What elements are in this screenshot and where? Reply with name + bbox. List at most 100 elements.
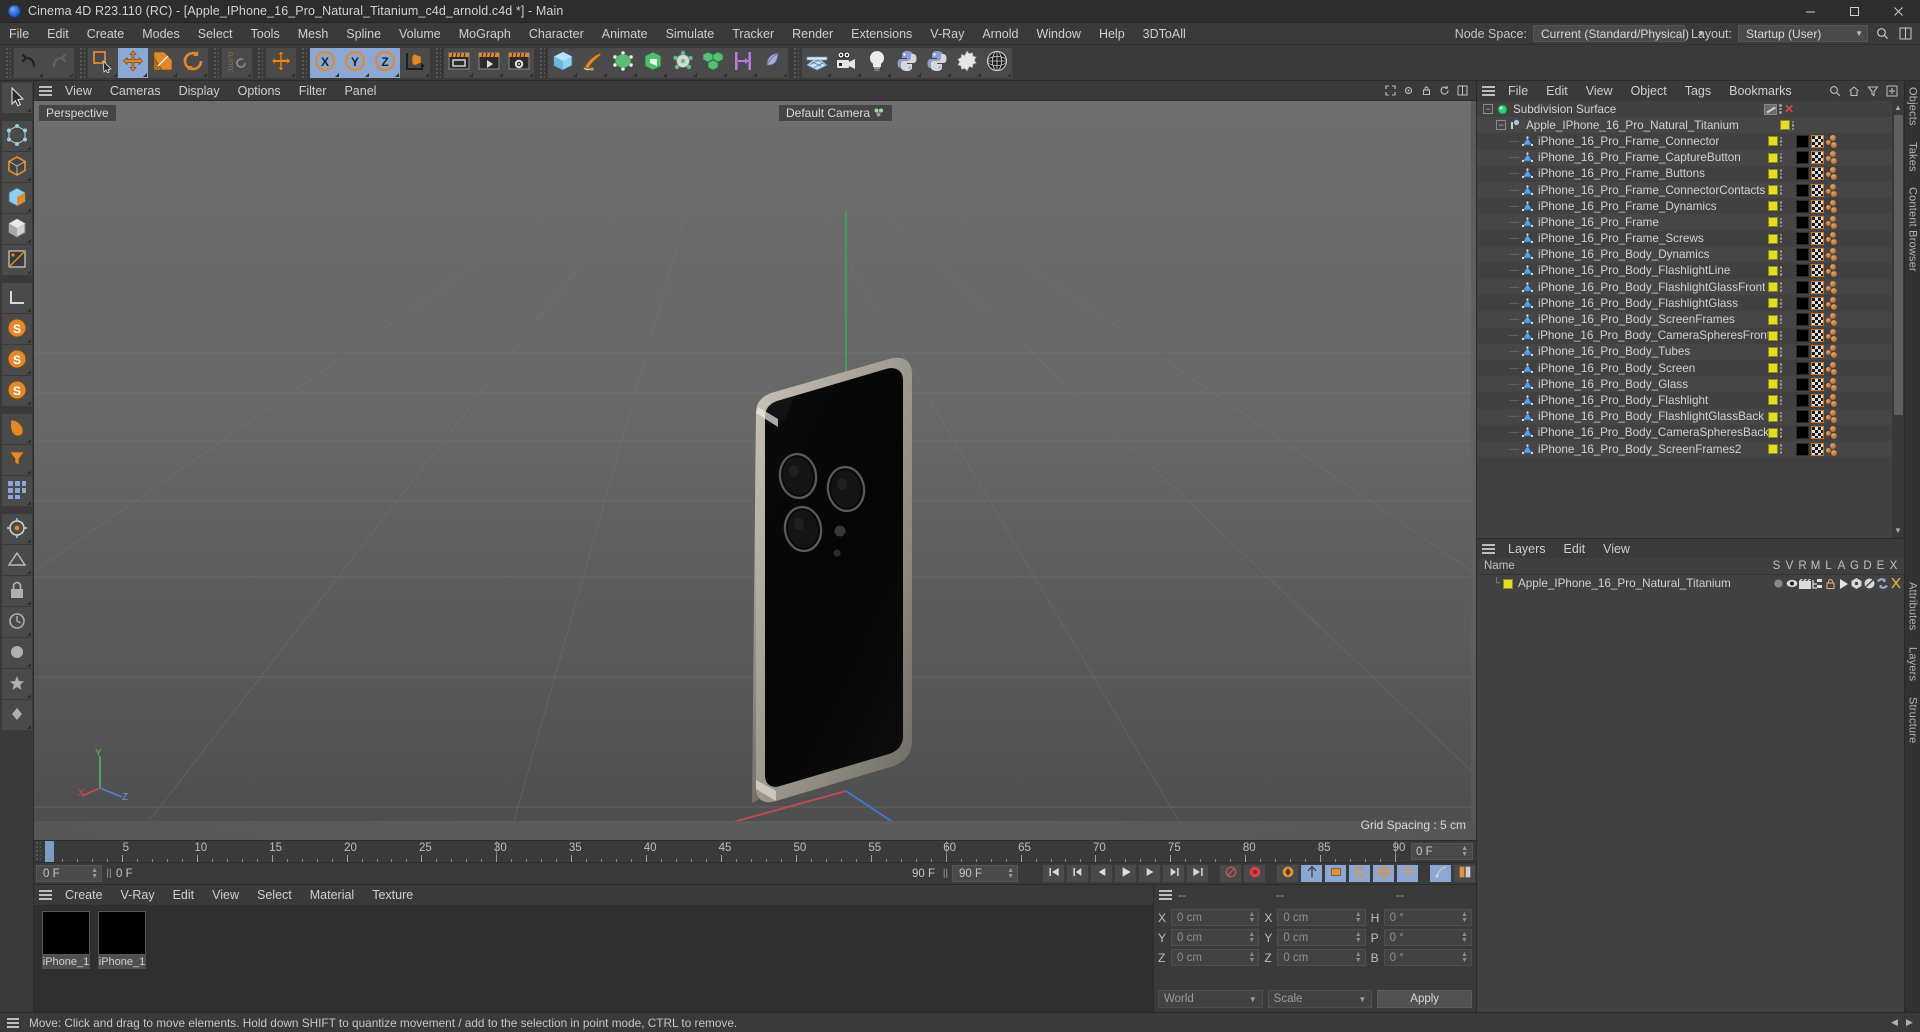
layer-column-X[interactable]: X [1887, 560, 1900, 572]
dropdown-corner-icon[interactable] [753, 72, 757, 77]
menu-file[interactable]: File [0, 23, 38, 45]
layer-column-A[interactable]: A [1835, 560, 1848, 572]
autokey-tool[interactable] [1, 669, 32, 699]
layer-color-tag[interactable] [1767, 217, 1778, 228]
material-tag-icon[interactable] [1796, 199, 1809, 213]
tag-dots-icon[interactable] [1779, 185, 1782, 195]
dropdown-corner-icon[interactable] [977, 72, 981, 77]
tag-dots-icon[interactable] [1779, 201, 1782, 211]
texture-tag-icon[interactable] [1811, 410, 1824, 424]
menu-mograph[interactable]: MoGraph [450, 23, 520, 45]
polygon-mode-tool[interactable] [1, 183, 32, 213]
vray-tag-icon[interactable] [1826, 264, 1838, 278]
toolbar-grip[interactable] [4, 47, 11, 78]
dropdown-corner-icon[interactable] [425, 72, 429, 77]
object-menu-view[interactable]: View [1577, 81, 1622, 101]
dropdown-corner-icon[interactable] [26, 146, 31, 150]
scroll-down-icon[interactable]: ▼ [1893, 526, 1903, 536]
timeline-toggle-button[interactable] [1453, 864, 1476, 883]
record-tool[interactable] [1, 638, 32, 668]
scale-key-button[interactable] [1324, 864, 1347, 883]
toolbar-grip[interactable] [78, 47, 85, 78]
object-menu-file[interactable]: File [1499, 81, 1537, 101]
layer-column-G[interactable]: G [1848, 560, 1861, 572]
autokeying-button[interactable] [1243, 864, 1266, 883]
menu-animate[interactable]: Animate [593, 23, 657, 45]
object-row[interactable]: − Apple_IPhone_16_Pro_Natural_Titanium [1477, 117, 1892, 134]
filter-icon[interactable] [1865, 83, 1881, 99]
dropdown-corner-icon[interactable] [603, 72, 607, 77]
minimize-button[interactable] [1788, 0, 1832, 23]
toolbar-grip[interactable] [300, 47, 307, 78]
deformer-toggle-icon[interactable] [1863, 577, 1876, 590]
material-menu-v-ray[interactable]: V-Ray [112, 885, 164, 905]
material-tag-icon[interactable] [1796, 167, 1809, 181]
animate-tool[interactable] [1, 607, 32, 637]
timeline-grip[interactable] [34, 841, 41, 862]
viewport-menu-filter[interactable]: Filter [290, 81, 336, 101]
stepper-icon[interactable]: ▲ ▼ [1355, 911, 1362, 924]
layer-color-tag[interactable] [1767, 282, 1778, 293]
next-key-button[interactable] [1162, 864, 1185, 883]
vray-tag-icon[interactable] [1826, 296, 1838, 310]
tag-dots-icon[interactable] [1779, 428, 1782, 438]
dropdown-corner-icon[interactable] [26, 501, 31, 505]
dropdown-corner-icon[interactable] [291, 72, 295, 77]
object-row[interactable]: — iPhone_16_Pro_Frame_Screws [1477, 231, 1892, 247]
tag-dots-icon[interactable] [1779, 104, 1782, 114]
material-tag-icon[interactable] [1796, 426, 1809, 440]
layer-menu-layers[interactable]: Layers [1499, 539, 1555, 559]
texture-tag-icon[interactable] [1811, 134, 1824, 148]
add-light-button[interactable] [862, 47, 892, 78]
lock-toggle-icon[interactable] [1824, 577, 1837, 590]
coordinate-rot-input[interactable]: 0 ° ▲ ▼ [1383, 929, 1472, 946]
rotate-tool-button[interactable] [178, 47, 208, 78]
dropdown-corner-icon[interactable] [783, 72, 787, 77]
panel-options-icon[interactable] [1897, 25, 1914, 42]
viewport-menu-view[interactable]: View [56, 81, 101, 101]
vray-tag-icon[interactable] [1826, 199, 1838, 213]
object-tree[interactable]: − Subdivision Surface ✕ − Apple_IPhone_16_Pr… [1477, 101, 1892, 538]
link-button[interactable] [1429, 864, 1452, 883]
render-to-picture-viewer-button[interactable] [474, 47, 504, 78]
dropdown-corner-icon[interactable] [26, 270, 31, 274]
side-tab-structure[interactable]: Structure [1907, 697, 1919, 743]
vray-tag-icon[interactable] [1826, 313, 1838, 327]
enable-axis-tool[interactable]: S [1, 314, 32, 344]
viewport-lock-icon[interactable] [1419, 83, 1434, 98]
dropdown-corner-icon[interactable] [827, 72, 831, 77]
parameter-key-button[interactable] [1372, 864, 1395, 883]
tag-dots-icon[interactable] [1779, 250, 1782, 260]
object-row[interactable]: — iPhone_16_Pro_Body_ScreenFrames2 [1477, 440, 1892, 458]
material-tag-icon[interactable] [1796, 361, 1809, 375]
dropdown-corner-icon[interactable] [26, 177, 31, 181]
toolbar-grip[interactable] [256, 47, 263, 78]
object-row[interactable]: — iPhone_16_Pro_Body_FlashlightLine [1477, 263, 1892, 279]
menu-extensions[interactable]: Extensions [842, 23, 921, 45]
point-mode-tool[interactable] [1, 121, 32, 151]
stepper-icon[interactable]: ▲ ▼ [1248, 931, 1255, 944]
tag-dots-icon[interactable] [1779, 233, 1782, 244]
manager-toggle-icon[interactable] [1811, 577, 1824, 590]
search-icon[interactable] [1827, 83, 1843, 99]
material-list[interactable]: iPhone_1 iPhone_1 [34, 905, 1153, 1012]
object-menu-tags[interactable]: Tags [1676, 81, 1720, 101]
material-tag-icon[interactable] [1796, 264, 1809, 278]
menu-edit[interactable]: Edit [38, 23, 78, 45]
menu-volume[interactable]: Volume [390, 23, 450, 45]
texture-tag-icon[interactable] [1811, 426, 1824, 440]
dropdown-corner-icon[interactable] [469, 72, 473, 77]
dropdown-corner-icon[interactable] [26, 208, 31, 212]
scroll-up-icon[interactable]: ▲ [1893, 103, 1903, 113]
dropdown-corner-icon[interactable] [26, 663, 31, 667]
dropdown-corner-icon[interactable] [26, 108, 31, 112]
home-icon[interactable] [1846, 83, 1862, 99]
quantize-tool[interactable] [1, 545, 32, 575]
dropdown-corner-icon[interactable] [395, 72, 399, 77]
stepper-icon[interactable]: ▲ ▼ [1461, 931, 1468, 944]
tag-dots-icon[interactable] [1779, 444, 1782, 454]
object-menu-bookmarks[interactable]: Bookmarks [1720, 81, 1801, 101]
object-manager-menu-icon[interactable] [1477, 81, 1499, 101]
dropdown-corner-icon[interactable] [499, 72, 503, 77]
visibility-dots-icon[interactable] [1764, 103, 1778, 115]
